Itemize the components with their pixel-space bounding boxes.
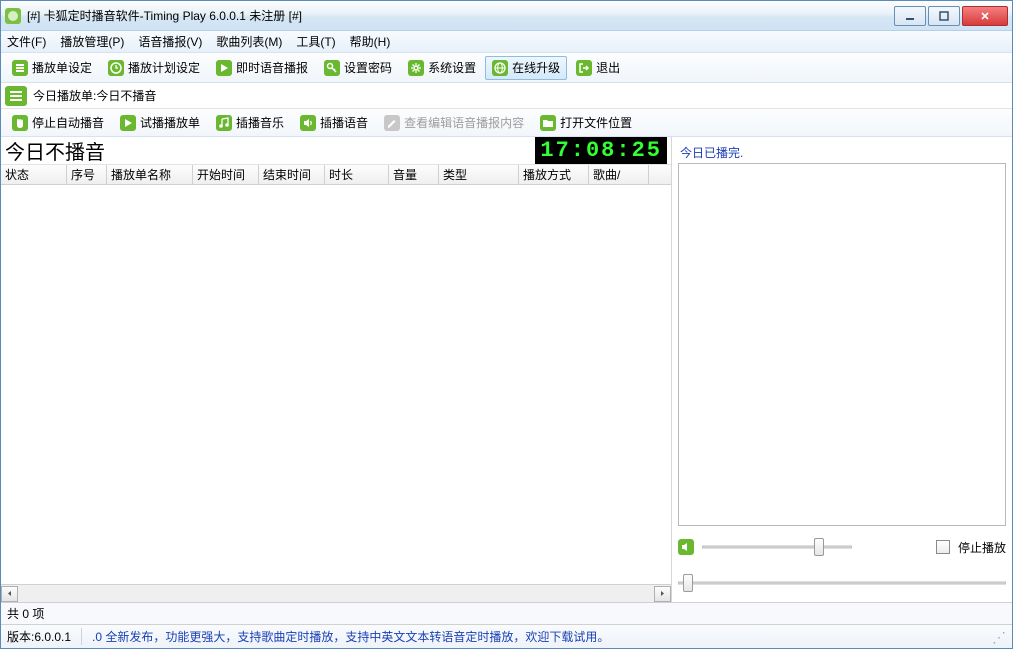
playlist-icon <box>5 86 27 106</box>
column-header[interactable]: 序号 <box>67 165 107 184</box>
play-icon <box>216 60 232 76</box>
exit-icon <box>576 60 592 76</box>
toolbar-gear[interactable]: 系统设置 <box>401 56 483 80</box>
today-playlist-label: 今日播放单:今日不播音 <box>33 87 156 104</box>
progress-row <box>678 568 1006 598</box>
list-icon <box>12 60 28 76</box>
music-icon <box>216 115 232 131</box>
app-icon <box>5 8 21 24</box>
main-toolbar: 播放单设定播放计划设定即时语音播报设置密码系统设置在线升级退出 <box>1 53 1012 83</box>
toolbar-list[interactable]: 播放单设定 <box>5 56 99 80</box>
horizontal-scrollbar[interactable] <box>1 584 671 602</box>
voice-icon <box>300 115 316 131</box>
progress-slider[interactable] <box>678 573 1006 593</box>
toolbar-globe[interactable]: 在线升级 <box>485 56 567 80</box>
menu-help[interactable]: 帮助(H) <box>350 33 391 50</box>
menu-songs[interactable]: 歌曲列表(M) <box>216 33 282 50</box>
toolbar-exit[interactable]: 退出 <box>569 56 627 80</box>
column-header[interactable]: 状态 <box>1 165 67 184</box>
column-header[interactable]: 开始时间 <box>193 165 259 184</box>
scroll-right-button[interactable] <box>654 586 671 602</box>
column-header[interactable]: 类型 <box>439 165 519 184</box>
played-list[interactable] <box>678 163 1006 526</box>
column-header[interactable]: 播放单名称 <box>107 165 193 184</box>
menu-file[interactable]: 文件(F) <box>7 33 46 50</box>
today-playlist-bar: 今日播放单:今日不播音 <box>1 83 1012 109</box>
clock-icon <box>108 60 124 76</box>
table-body[interactable] <box>1 185 671 584</box>
menu-tools[interactable]: 工具(T) <box>296 33 335 50</box>
play-icon <box>120 115 136 131</box>
column-header[interactable]: 音量 <box>389 165 439 184</box>
scroll-track[interactable] <box>18 586 654 602</box>
menu-voice[interactable]: 语音播报(V) <box>138 33 202 50</box>
status-bar-count: 共 0 项 <box>1 602 1012 624</box>
stop-play-label: 停止播放 <box>958 539 1006 556</box>
menubar: 文件(F) 播放管理(P) 语音播报(V) 歌曲列表(M) 工具(T) 帮助(H) <box>1 31 1012 53</box>
column-header[interactable]: 歌曲/ <box>589 165 649 184</box>
stop-play-checkbox[interactable] <box>936 540 950 554</box>
column-header[interactable]: 时长 <box>325 165 389 184</box>
toolbar2-edit: 查看编辑语音播报内容 <box>377 111 531 135</box>
played-pane: 今日已播完. 停止播放 <box>672 137 1012 602</box>
window-controls <box>894 6 1008 26</box>
volume-icon <box>678 539 694 555</box>
volume-slider[interactable] <box>702 537 852 557</box>
minimize-button[interactable] <box>894 6 926 26</box>
toolbar2-folder[interactable]: 打开文件位置 <box>533 111 639 135</box>
main-area: 今日不播音 17:08:25 状态序号播放单名称开始时间结束时间时长音量类型播放… <box>1 137 1012 602</box>
titlebar[interactable]: [#] 卡狐定时播音软件-Timing Play 6.0.0.1 未注册 [#] <box>1 1 1012 31</box>
toolbar-play[interactable]: 即时语音播报 <box>209 56 315 80</box>
close-button[interactable] <box>962 6 1008 26</box>
playlist-header: 今日不播音 17:08:25 <box>1 137 671 165</box>
toolbar2-play[interactable]: 试播播放单 <box>113 111 207 135</box>
toolbar2-voice[interactable]: 插播语音 <box>293 111 375 135</box>
app-window: [#] 卡狐定时播音软件-Timing Play 6.0.0.1 未注册 [#]… <box>0 0 1013 649</box>
maximize-button[interactable] <box>928 6 960 26</box>
toolbar2-music[interactable]: 插播音乐 <box>209 111 291 135</box>
menu-play-mgmt[interactable]: 播放管理(P) <box>60 33 124 50</box>
folder-icon <box>540 115 556 131</box>
globe-icon <box>492 60 508 76</box>
toolbar2-hand[interactable]: 停止自动播音 <box>5 111 111 135</box>
resize-grip[interactable]: ⋰ <box>992 630 1006 644</box>
toolbar-clock[interactable]: 播放计划设定 <box>101 56 207 80</box>
key-icon <box>324 60 340 76</box>
playlist-title: 今日不播音 <box>5 136 105 165</box>
toolbar-key[interactable]: 设置密码 <box>317 56 399 80</box>
news-ticker: .0 全新发布，功能更强大，支持歌曲定时播放，支持中英文文本转语音定时播放，欢迎… <box>92 628 609 645</box>
item-count: 共 0 项 <box>7 605 44 622</box>
hand-icon <box>12 115 28 131</box>
version-label: 版本:6.0.0.1 <box>7 628 82 645</box>
secondary-toolbar: 停止自动播音试播播放单插播音乐插播语音查看编辑语音播报内容打开文件位置 <box>1 109 1012 137</box>
window-title: [#] 卡狐定时播音软件-Timing Play 6.0.0.1 未注册 [#] <box>27 7 894 24</box>
played-title: 今日已播完. <box>678 141 1006 163</box>
column-header[interactable]: 播放方式 <box>519 165 589 184</box>
volume-row: 停止播放 <box>678 532 1006 562</box>
scroll-left-button[interactable] <box>1 586 18 602</box>
playlist-pane: 今日不播音 17:08:25 状态序号播放单名称开始时间结束时间时长音量类型播放… <box>1 137 672 602</box>
clock-display: 17:08:25 <box>535 137 667 164</box>
table-header: 状态序号播放单名称开始时间结束时间时长音量类型播放方式歌曲/ <box>1 165 671 185</box>
status-bar-bottom: 版本:6.0.0.1 .0 全新发布，功能更强大，支持歌曲定时播放，支持中英文文… <box>1 624 1012 648</box>
gear-icon <box>408 60 424 76</box>
edit-icon <box>384 115 400 131</box>
column-header[interactable]: 结束时间 <box>259 165 325 184</box>
